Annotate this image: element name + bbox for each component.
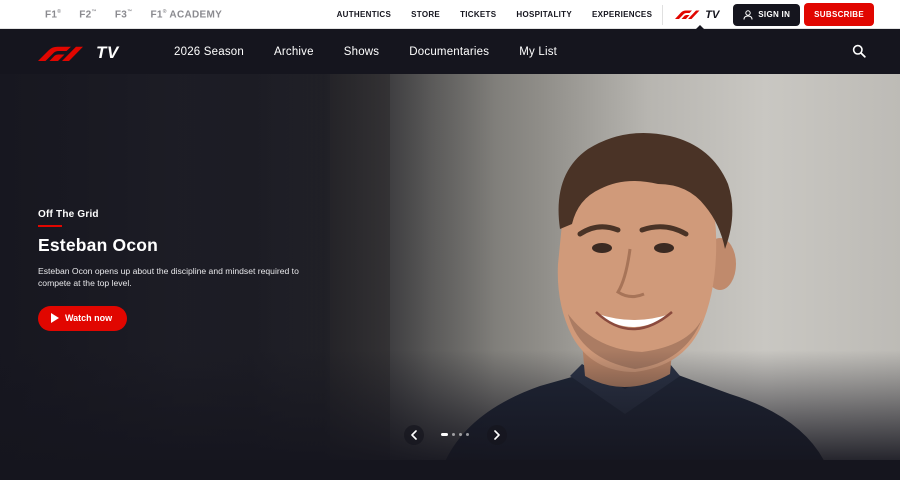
utility-link-tickets[interactable]: TICKETS [450,10,506,19]
hero-description: Esteban Ocon opens up about the discipli… [38,265,299,289]
hero-banner[interactable]: Off The Grid Esteban Ocon Esteban Ocon o… [0,74,900,460]
top-utility-bar: F1® F2™ F3™ F1® ACADEMY AUTHENTICS STORE… [0,0,900,30]
f1-tv-mini-label: TV [705,8,720,21]
search-icon[interactable] [852,44,866,58]
nav-link-shows[interactable]: Shows [344,46,380,58]
main-nav: TV 2026 Season Archive Shows Documentari… [0,29,900,74]
chevron-left-icon [411,430,417,440]
hero-carousel-controls [404,425,508,445]
series-link-f1-academy[interactable]: F1® ACADEMY [150,9,222,20]
utility-link-store[interactable]: STORE [401,10,450,19]
content-rail-start [0,460,900,480]
hero-title: Esteban Ocon [38,234,159,255]
carousel-next-button[interactable] [487,425,507,445]
carousel-prev-button[interactable] [404,425,424,445]
carousel-dot[interactable] [441,433,448,436]
utility-nav: AUTHENTICS STORE TICKETS HOSPITALITY EXP… [327,0,900,30]
user-icon [743,9,753,20]
nav-link-documentaries[interactable]: Documentaries [409,46,489,58]
f1-logo-icon [38,46,83,61]
f1-tv-logo[interactable]: TV [38,43,119,63]
chevron-right-icon [494,430,500,440]
watch-now-label: Watch now [65,313,113,323]
hero-accent-line [38,225,62,227]
utility-divider [662,4,664,25]
carousel-dot[interactable] [466,433,469,436]
series-link-f2[interactable]: F2™ [79,9,97,20]
utility-link-hospitality[interactable]: HOSPITALITY [506,10,582,19]
series-link-f1[interactable]: F1® [45,9,61,20]
utility-link-authentics[interactable]: AUTHENTICS [327,10,402,19]
logo-tv-text: TV [96,43,119,62]
nav-link-my-list[interactable]: My List [519,46,557,58]
hero-content: Off The Grid Esteban Ocon Esteban Ocon o… [38,209,318,331]
sign-in-label: SIGN IN [758,10,791,19]
carousel-dot[interactable] [459,433,462,436]
series-links: F1® F2™ F3™ F1® ACADEMY [45,0,222,29]
play-icon [51,313,59,323]
nav-link-2026-season[interactable]: 2026 Season [174,46,244,58]
series-link-f3[interactable]: F3™ [115,9,133,20]
f1-logo-icon [675,10,700,19]
hero-show-label: Off The Grid [38,209,99,220]
f1-tv-link[interactable]: TV [667,0,733,30]
carousel-dots [441,433,469,436]
watch-now-button[interactable]: Watch now [38,305,128,331]
nav-link-archive[interactable]: Archive [274,46,314,58]
utility-link-experiences[interactable]: EXPERIENCES [582,10,662,19]
sign-in-button[interactable]: SIGN IN [733,3,801,26]
primary-nav-links: 2026 Season Archive Shows Documentaries … [174,29,557,74]
subscribe-button[interactable]: SUBSCRIBE [804,3,874,26]
carousel-dot[interactable] [452,433,455,436]
